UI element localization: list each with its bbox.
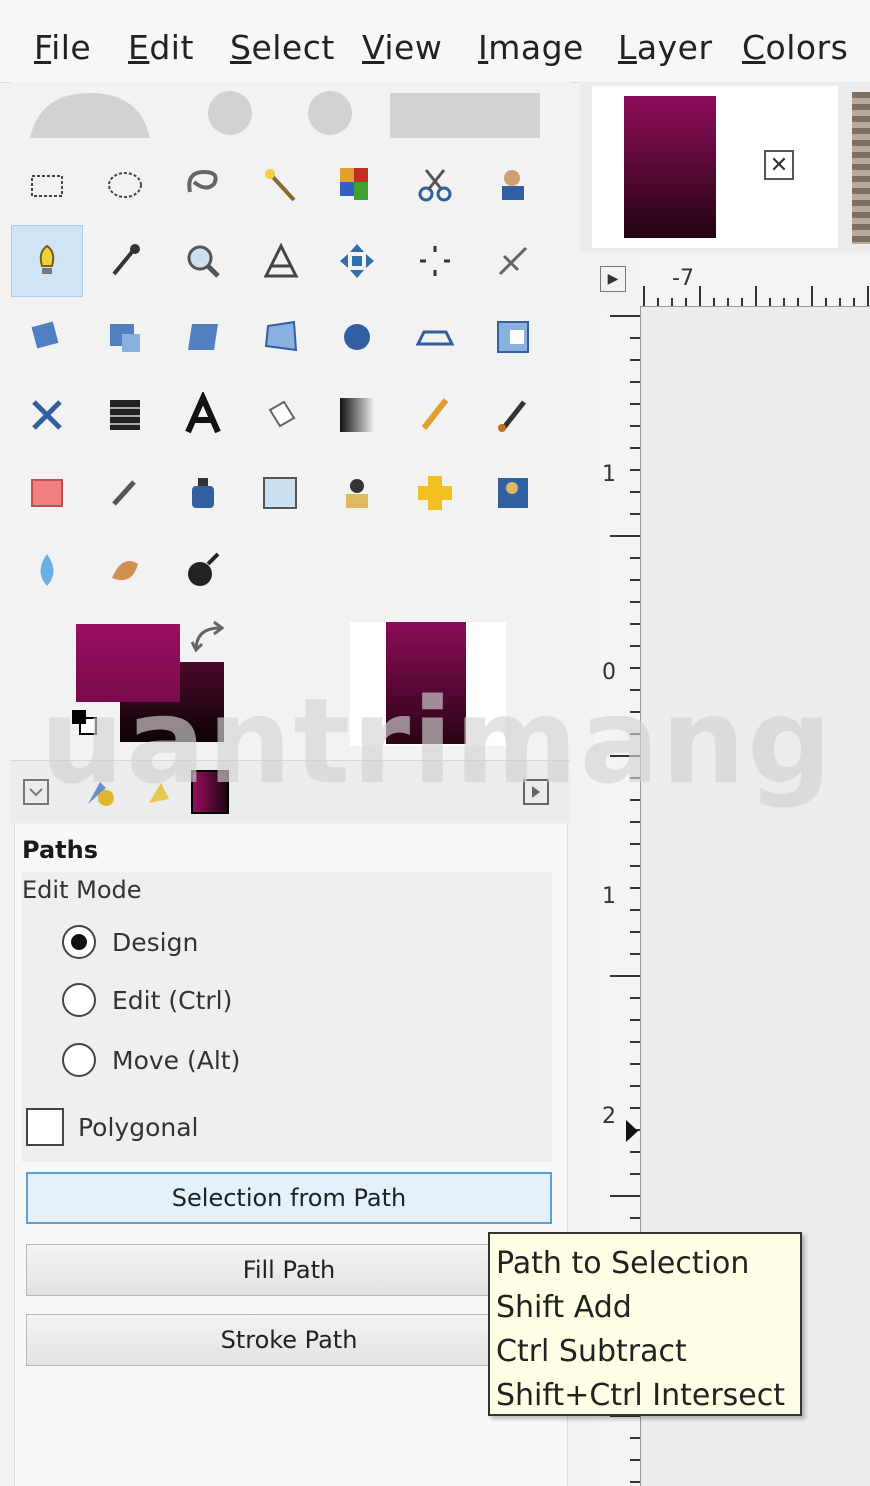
menu-image[interactable]: Image — [478, 28, 584, 67]
tab-device-status[interactable] — [140, 769, 180, 815]
heal-icon[interactable] — [400, 458, 470, 528]
gradient-icon[interactable] — [322, 380, 392, 450]
tab-tool-options[interactable] — [80, 769, 120, 815]
paintbrush-icon[interactable] — [478, 380, 548, 450]
airbrush-icon[interactable] — [90, 458, 160, 528]
free-select-icon[interactable] — [168, 150, 238, 220]
gradient-preview[interactable] — [386, 622, 466, 744]
dock-tab-bar — [10, 760, 570, 823]
polygonal-label: Polygonal — [78, 1112, 199, 1142]
radio-label: Edit (Ctrl) — [112, 985, 233, 1015]
wilber-logo — [30, 91, 540, 138]
menu-layer[interactable]: Layer — [618, 28, 713, 67]
reset-colors-icon[interactable] — [70, 708, 98, 736]
color-picker-icon[interactable] — [90, 226, 160, 296]
foreground-select-icon[interactable] — [478, 150, 548, 220]
move-icon[interactable] — [322, 226, 392, 296]
menu-colors[interactable]: Colors — [742, 28, 848, 67]
tool-options-title: Paths — [22, 836, 98, 864]
dock-menu-icon[interactable] — [16, 769, 56, 815]
edit-mode-label: Edit Mode — [22, 876, 142, 904]
transform-3d-icon[interactable] — [322, 302, 392, 372]
measure-icon[interactable] — [246, 226, 316, 296]
tooltip-line: Shift+Ctrl Intersect — [496, 1378, 785, 1413]
perspective-icon[interactable] — [246, 302, 316, 372]
ruler-pointer-icon — [626, 1120, 638, 1142]
radio-move[interactable]: Move (Alt) — [62, 1040, 240, 1080]
menu-view[interactable]: View — [362, 28, 442, 67]
tab-gradients[interactable] — [190, 769, 230, 815]
rotate-icon[interactable] — [12, 302, 82, 372]
radio-label: Move (Alt) — [112, 1045, 241, 1075]
pencil-icon[interactable] — [400, 380, 470, 450]
paths-icon[interactable] — [11, 225, 83, 297]
polygonal-checkbox[interactable] — [26, 1108, 64, 1146]
bucket-fill-icon[interactable] — [246, 380, 316, 450]
polygonal-checkbox-row[interactable]: Polygonal — [26, 1108, 199, 1146]
zoom-icon[interactable] — [168, 226, 238, 296]
tooltip: Path to Selection Shift Add Ctrl Subtrac… — [488, 1232, 802, 1416]
perspective-clone-icon[interactable] — [478, 458, 548, 528]
swap-colors-icon[interactable] — [190, 620, 230, 656]
scale-icon[interactable] — [90, 302, 160, 372]
eraser-icon[interactable] — [12, 458, 82, 528]
radio-button[interactable] — [62, 983, 96, 1017]
flip-icon[interactable] — [400, 302, 470, 372]
menu-edit[interactable]: Edit — [128, 28, 194, 67]
radio-edit[interactable]: Edit (Ctrl) — [62, 980, 232, 1020]
quick-mask-toggle-icon[interactable]: ▶ — [600, 266, 626, 292]
vertical-ruler-label: 1 — [602, 462, 616, 487]
selection-from-path-button[interactable]: Selection from Path — [26, 1172, 552, 1224]
mypaint-brush-icon[interactable] — [246, 458, 316, 528]
text-icon[interactable] — [168, 380, 238, 450]
menu-select[interactable]: Select — [230, 28, 335, 67]
rect-select-icon[interactable] — [12, 150, 82, 220]
vertical-ruler-label: 2 — [602, 1104, 616, 1129]
menu-bar: File Edit Select View Image Layer Colors — [0, 0, 870, 83]
vertical-ruler-label: 0 — [602, 660, 616, 685]
alignment-icon[interactable] — [400, 226, 470, 296]
fill-path-button[interactable]: Fill Path — [26, 1244, 552, 1296]
blur-icon[interactable] — [12, 536, 82, 606]
tooltip-line: Shift Add — [496, 1290, 632, 1325]
scissors-select-icon[interactable] — [400, 150, 470, 220]
smudge-icon[interactable] — [90, 536, 160, 606]
close-icon[interactable]: ✕ — [764, 150, 794, 180]
dock-configure-icon[interactable] — [516, 769, 556, 815]
radio-design[interactable]: Design — [62, 922, 198, 962]
clone-icon[interactable] — [322, 458, 392, 528]
warp-icon[interactable] — [12, 380, 82, 450]
foreground-color-swatch[interactable] — [76, 624, 180, 702]
fuzzy-select-icon[interactable] — [246, 150, 316, 220]
radio-selected-dot — [71, 934, 87, 950]
menu-file[interactable]: File — [34, 28, 91, 67]
ellipse-select-icon[interactable] — [90, 150, 160, 220]
cage-icon[interactable] — [478, 302, 548, 372]
radio-label: Design — [112, 927, 199, 957]
horizontal-ruler-label: -7 — [672, 266, 694, 291]
shear-icon[interactable] — [168, 302, 238, 372]
handle-transform-icon[interactable] — [90, 380, 160, 450]
radio-button[interactable] — [62, 1043, 96, 1077]
dodge-burn-icon[interactable] — [168, 536, 238, 606]
vertical-ruler-label: 1 — [602, 884, 616, 909]
tooltip-line: Ctrl Subtract — [496, 1334, 687, 1369]
stroke-path-button[interactable]: Stroke Path — [26, 1314, 552, 1366]
image-tab-thumbnail-2[interactable] — [852, 92, 870, 244]
ink-icon[interactable] — [168, 458, 238, 528]
color-select-icon[interactable] — [322, 150, 392, 220]
radio-button[interactable] — [62, 925, 96, 959]
image-thumbnail[interactable] — [624, 96, 716, 238]
tooltip-line: Path to Selection — [496, 1246, 750, 1281]
crop-icon[interactable] — [478, 226, 548, 296]
